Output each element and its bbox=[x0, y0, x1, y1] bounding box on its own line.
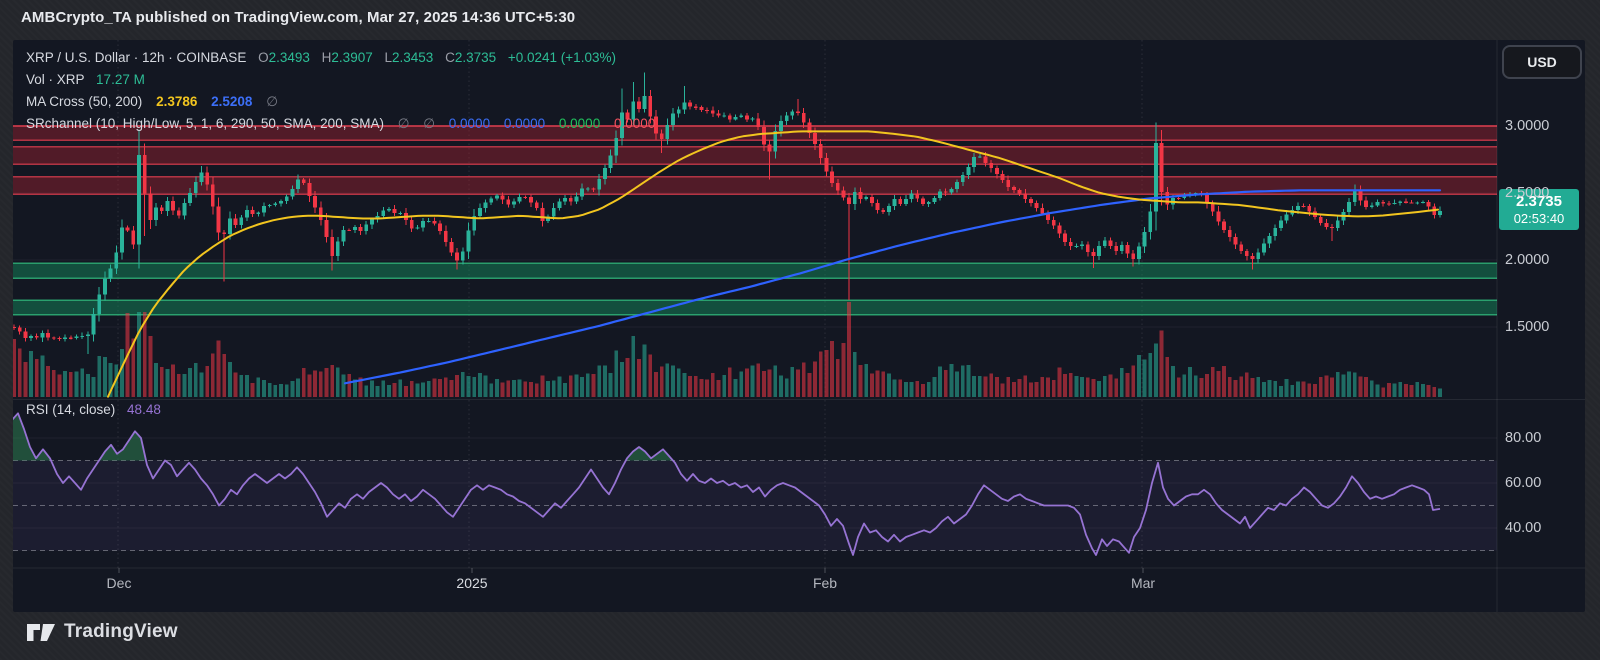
open-label: O bbox=[258, 50, 269, 65]
volume-label: Vol · XRP bbox=[26, 72, 84, 87]
change-value: +0.0241 (+1.03%) bbox=[508, 50, 616, 65]
srchannel-value-4: 0.0000 bbox=[614, 116, 655, 131]
ma50-value: 2.3786 bbox=[156, 94, 197, 109]
ma-cross-legend-row[interactable]: MA Cross (50, 200) 2.3786 2.5208 ∅ bbox=[26, 91, 655, 113]
srchannel-label: SRchannel (10, High/Low, 5, 1, 6, 290, 5… bbox=[26, 116, 384, 131]
tradingview-wordmark: TradingView bbox=[64, 621, 178, 643]
attribution-bar: AMBCrypto_TA published on TradingView.co… bbox=[0, 0, 1600, 40]
legend-panel: XRP / U.S. Dollar · 12h · COINBASE O2.34… bbox=[26, 47, 655, 135]
attribution-text: AMBCrypto_TA published on TradingView.co… bbox=[21, 9, 575, 26]
empty-set-icon: ∅ bbox=[266, 94, 278, 109]
srchannel-value-1: 0.0000 bbox=[449, 116, 490, 131]
footer-bar: TradingView bbox=[0, 612, 1600, 660]
empty-set-icon: ∅ bbox=[398, 116, 410, 131]
srchannel-value-2: 0.0000 bbox=[504, 116, 545, 131]
volume-value: 17.27 M bbox=[96, 72, 145, 87]
symbol-legend-row[interactable]: XRP / U.S. Dollar · 12h · COINBASE O2.34… bbox=[26, 47, 655, 69]
rsi-value: 48.48 bbox=[127, 402, 161, 417]
ma-cross-label: MA Cross (50, 200) bbox=[26, 94, 142, 109]
rsi-label: RSI (14, close) bbox=[26, 402, 115, 417]
page: AMBCrypto_TA published on TradingView.co… bbox=[0, 0, 1600, 660]
low-value: 2.3453 bbox=[392, 50, 433, 65]
close-label: C bbox=[445, 50, 455, 65]
tradingview-icon bbox=[26, 619, 56, 644]
bar-countdown: 02:53:40 bbox=[1514, 211, 1565, 227]
close-value: 2.3735 bbox=[455, 50, 496, 65]
ma200-value: 2.5208 bbox=[211, 94, 252, 109]
symbol-title: XRP / U.S. Dollar · 12h · COINBASE bbox=[26, 50, 246, 65]
last-price-badge[interactable]: 2.3735 02:53:40 bbox=[1499, 189, 1579, 230]
open-value: 2.3493 bbox=[269, 50, 310, 65]
volume-legend-row[interactable]: Vol · XRP 17.27 M bbox=[26, 69, 655, 91]
rsi-legend-row[interactable]: RSI (14, close) 48.48 bbox=[26, 400, 161, 420]
high-value: 2.3907 bbox=[331, 50, 372, 65]
tradingview-logo-link[interactable]: TradingView bbox=[26, 619, 178, 644]
srchannel-value-3: 0.0000 bbox=[559, 116, 600, 131]
currency-toggle-button[interactable]: USD bbox=[1502, 45, 1582, 79]
high-label: H bbox=[322, 50, 332, 65]
empty-set-icon: ∅ bbox=[423, 116, 435, 131]
low-label: L bbox=[384, 50, 392, 65]
srchannel-legend-row[interactable]: SRchannel (10, High/Low, 5, 1, 6, 290, 5… bbox=[26, 113, 655, 135]
last-price-value: 2.3735 bbox=[1516, 192, 1562, 211]
